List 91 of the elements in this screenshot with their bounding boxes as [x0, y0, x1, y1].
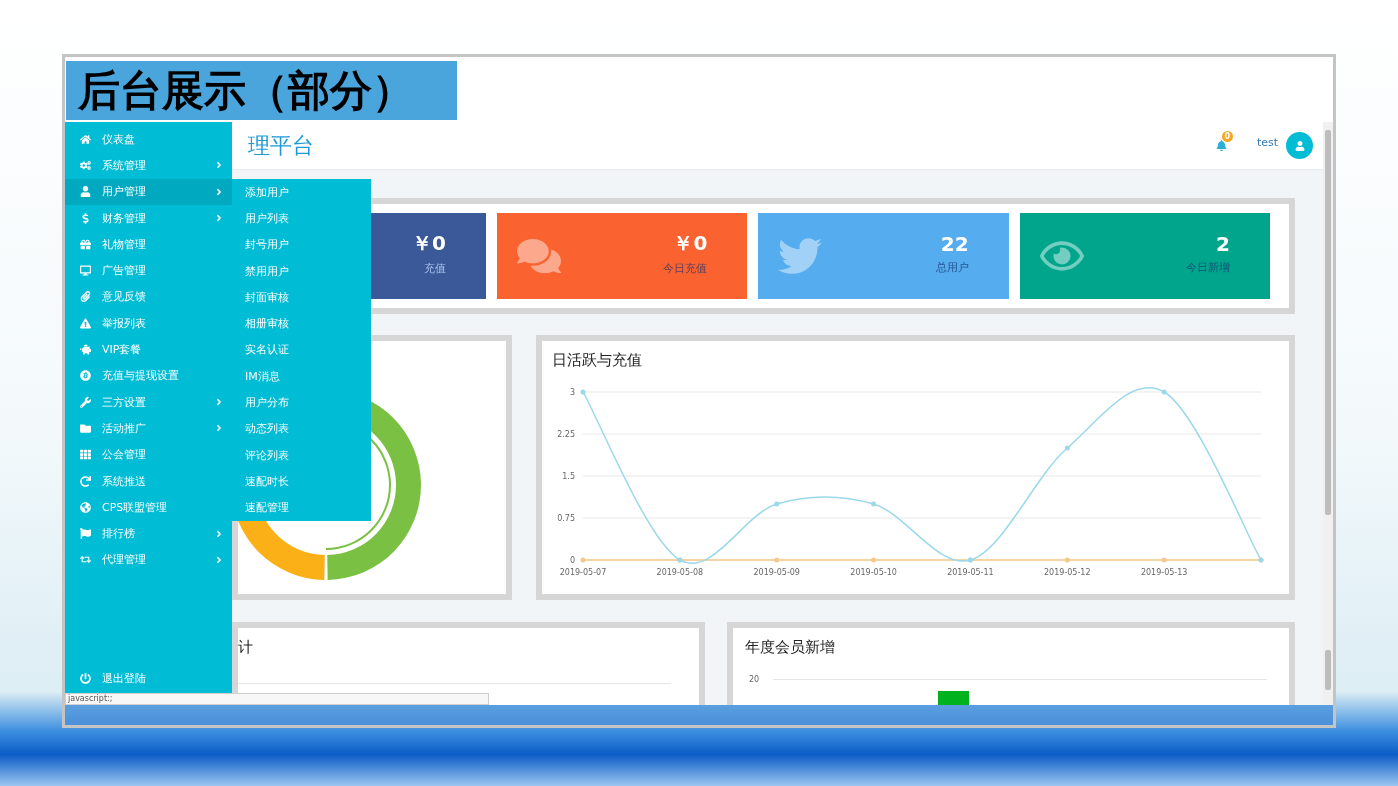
stat-value: 2: [1216, 231, 1230, 256]
menu-icon: [78, 528, 92, 540]
logout-item[interactable]: 退出登陆: [65, 665, 232, 692]
chart-title: 计: [238, 637, 254, 657]
axis-tick-label: 0.75: [557, 514, 575, 523]
submenu-item[interactable]: 评论列表: [232, 441, 371, 469]
app-title: 理平台: [248, 131, 314, 160]
sidebar-item[interactable]: 三方设置: [65, 388, 232, 416]
bell-icon[interactable]: [1215, 140, 1227, 151]
chart-bar: [938, 691, 969, 705]
menu-icon: [78, 133, 92, 145]
sidebar-item[interactable]: 仪表盘: [65, 126, 232, 153]
axis-tick-label: 2019-05-09: [753, 568, 800, 577]
menu-icon: [78, 554, 92, 566]
sidebar-item[interactable]: CPS联盟管理: [65, 494, 232, 521]
stat-value: ￥0: [412, 230, 446, 257]
sidebar-item[interactable]: 排行榜: [65, 520, 232, 547]
menu-icon: [78, 291, 92, 303]
submenu-item[interactable]: 速配管理: [232, 494, 371, 521]
data-point: [580, 389, 586, 395]
menu-icon: [78, 344, 92, 355]
submenu-item[interactable]: 添加用户: [232, 179, 371, 206]
submenu-item[interactable]: 速配时长: [232, 468, 371, 495]
axis-tick-label: 2019-05-08: [656, 568, 704, 577]
submenu-item[interactable]: 相册审核: [232, 310, 371, 337]
menu-icon: [78, 501, 92, 513]
data-point: [1064, 445, 1070, 451]
sidebar-item[interactable]: 用户管理: [65, 178, 232, 205]
data-point: [871, 501, 877, 507]
sidebar-item[interactable]: 活动推广: [65, 415, 232, 442]
axis-tick-label: 2.25: [557, 430, 575, 439]
axis-tick-label: 2019-05-11: [947, 568, 994, 577]
stat-value: ￥0: [673, 230, 708, 257]
menu-icon: [78, 238, 92, 250]
axis-tick-label: 2019-05-10: [850, 568, 897, 577]
avatar-icon[interactable]: [1286, 132, 1313, 159]
data-point: [580, 557, 586, 563]
stat-value: 22: [940, 231, 969, 256]
stat-label: 今日新增: [1186, 259, 1230, 275]
sidebar-item[interactable]: 系统管理: [65, 152, 232, 179]
submenu-item[interactable]: 用户列表: [232, 205, 371, 232]
menu-icon: [78, 159, 92, 171]
axis-tick-label: 3: [569, 388, 575, 397]
submenu-item[interactable]: 动态列表: [232, 415, 371, 442]
data-point: [871, 557, 877, 563]
user-name[interactable]: test: [1256, 136, 1278, 149]
menu-icon: [78, 449, 92, 461]
sidebar-item[interactable]: 广告管理: [65, 257, 232, 284]
menu-icon: [78, 475, 92, 487]
status-bar: javascript:;: [65, 693, 489, 705]
slide-title: 后台展示（部分）: [66, 61, 457, 120]
menu-icon: [78, 370, 92, 382]
axis-tick-label: 2019-05-12: [1044, 568, 1091, 577]
submenu-item[interactable]: 禁用用户: [232, 257, 371, 285]
scrollbar[interactable]: [1323, 122, 1333, 705]
data-point: [1161, 389, 1167, 395]
submenu-item[interactable]: 封号用户: [232, 231, 371, 258]
axis-tick-label: 0: [569, 556, 575, 565]
axis-tick-label: 20: [749, 675, 761, 684]
menu-icon: [78, 317, 92, 329]
submenu-item[interactable]: IM消息: [232, 363, 371, 390]
sidebar-item[interactable]: 意见反馈: [65, 283, 232, 311]
notification-badge: 0: [1221, 131, 1233, 142]
data-point: [1064, 557, 1070, 563]
menu-icon: [78, 186, 92, 198]
sidebar-item[interactable]: 财务管理: [65, 204, 232, 232]
data-point: [774, 557, 780, 563]
sidebar-item[interactable]: 代理管理: [65, 546, 232, 574]
submenu-item[interactable]: 封面审核: [232, 284, 371, 311]
menu-icon: [78, 265, 92, 277]
sidebar-item[interactable]: VIP套餐: [65, 336, 232, 363]
sidebar-item[interactable]: 举报列表: [65, 310, 232, 337]
stat-label: 充值: [424, 261, 446, 276]
sidebar-item[interactable]: 系统推送: [65, 467, 232, 495]
chart-title: 日活跃与充值: [551, 350, 643, 370]
data-point: [1161, 557, 1167, 563]
stat-label: 今日充值: [663, 261, 708, 276]
sidebar-item[interactable]: 公会管理: [65, 441, 232, 468]
power-icon: [78, 673, 92, 685]
chart-title: 年度会员新增: [744, 637, 836, 657]
menu-icon: [78, 396, 92, 408]
sidebar-item[interactable]: 礼物管理: [65, 231, 232, 258]
menu-icon: [78, 422, 92, 434]
submenu-item[interactable]: 用户分布: [232, 389, 371, 416]
data-point: [774, 501, 780, 507]
axis-tick-label: 2019-05-07: [559, 568, 607, 577]
submenu-item[interactable]: 实名认证: [232, 336, 371, 364]
sidebar-item[interactable]: 充值与提现设置: [65, 362, 232, 389]
axis-tick-label: 1.5: [562, 472, 575, 481]
stat-label: 总用户: [935, 259, 969, 275]
axis-tick-label: 2019-05-13: [1140, 568, 1188, 577]
